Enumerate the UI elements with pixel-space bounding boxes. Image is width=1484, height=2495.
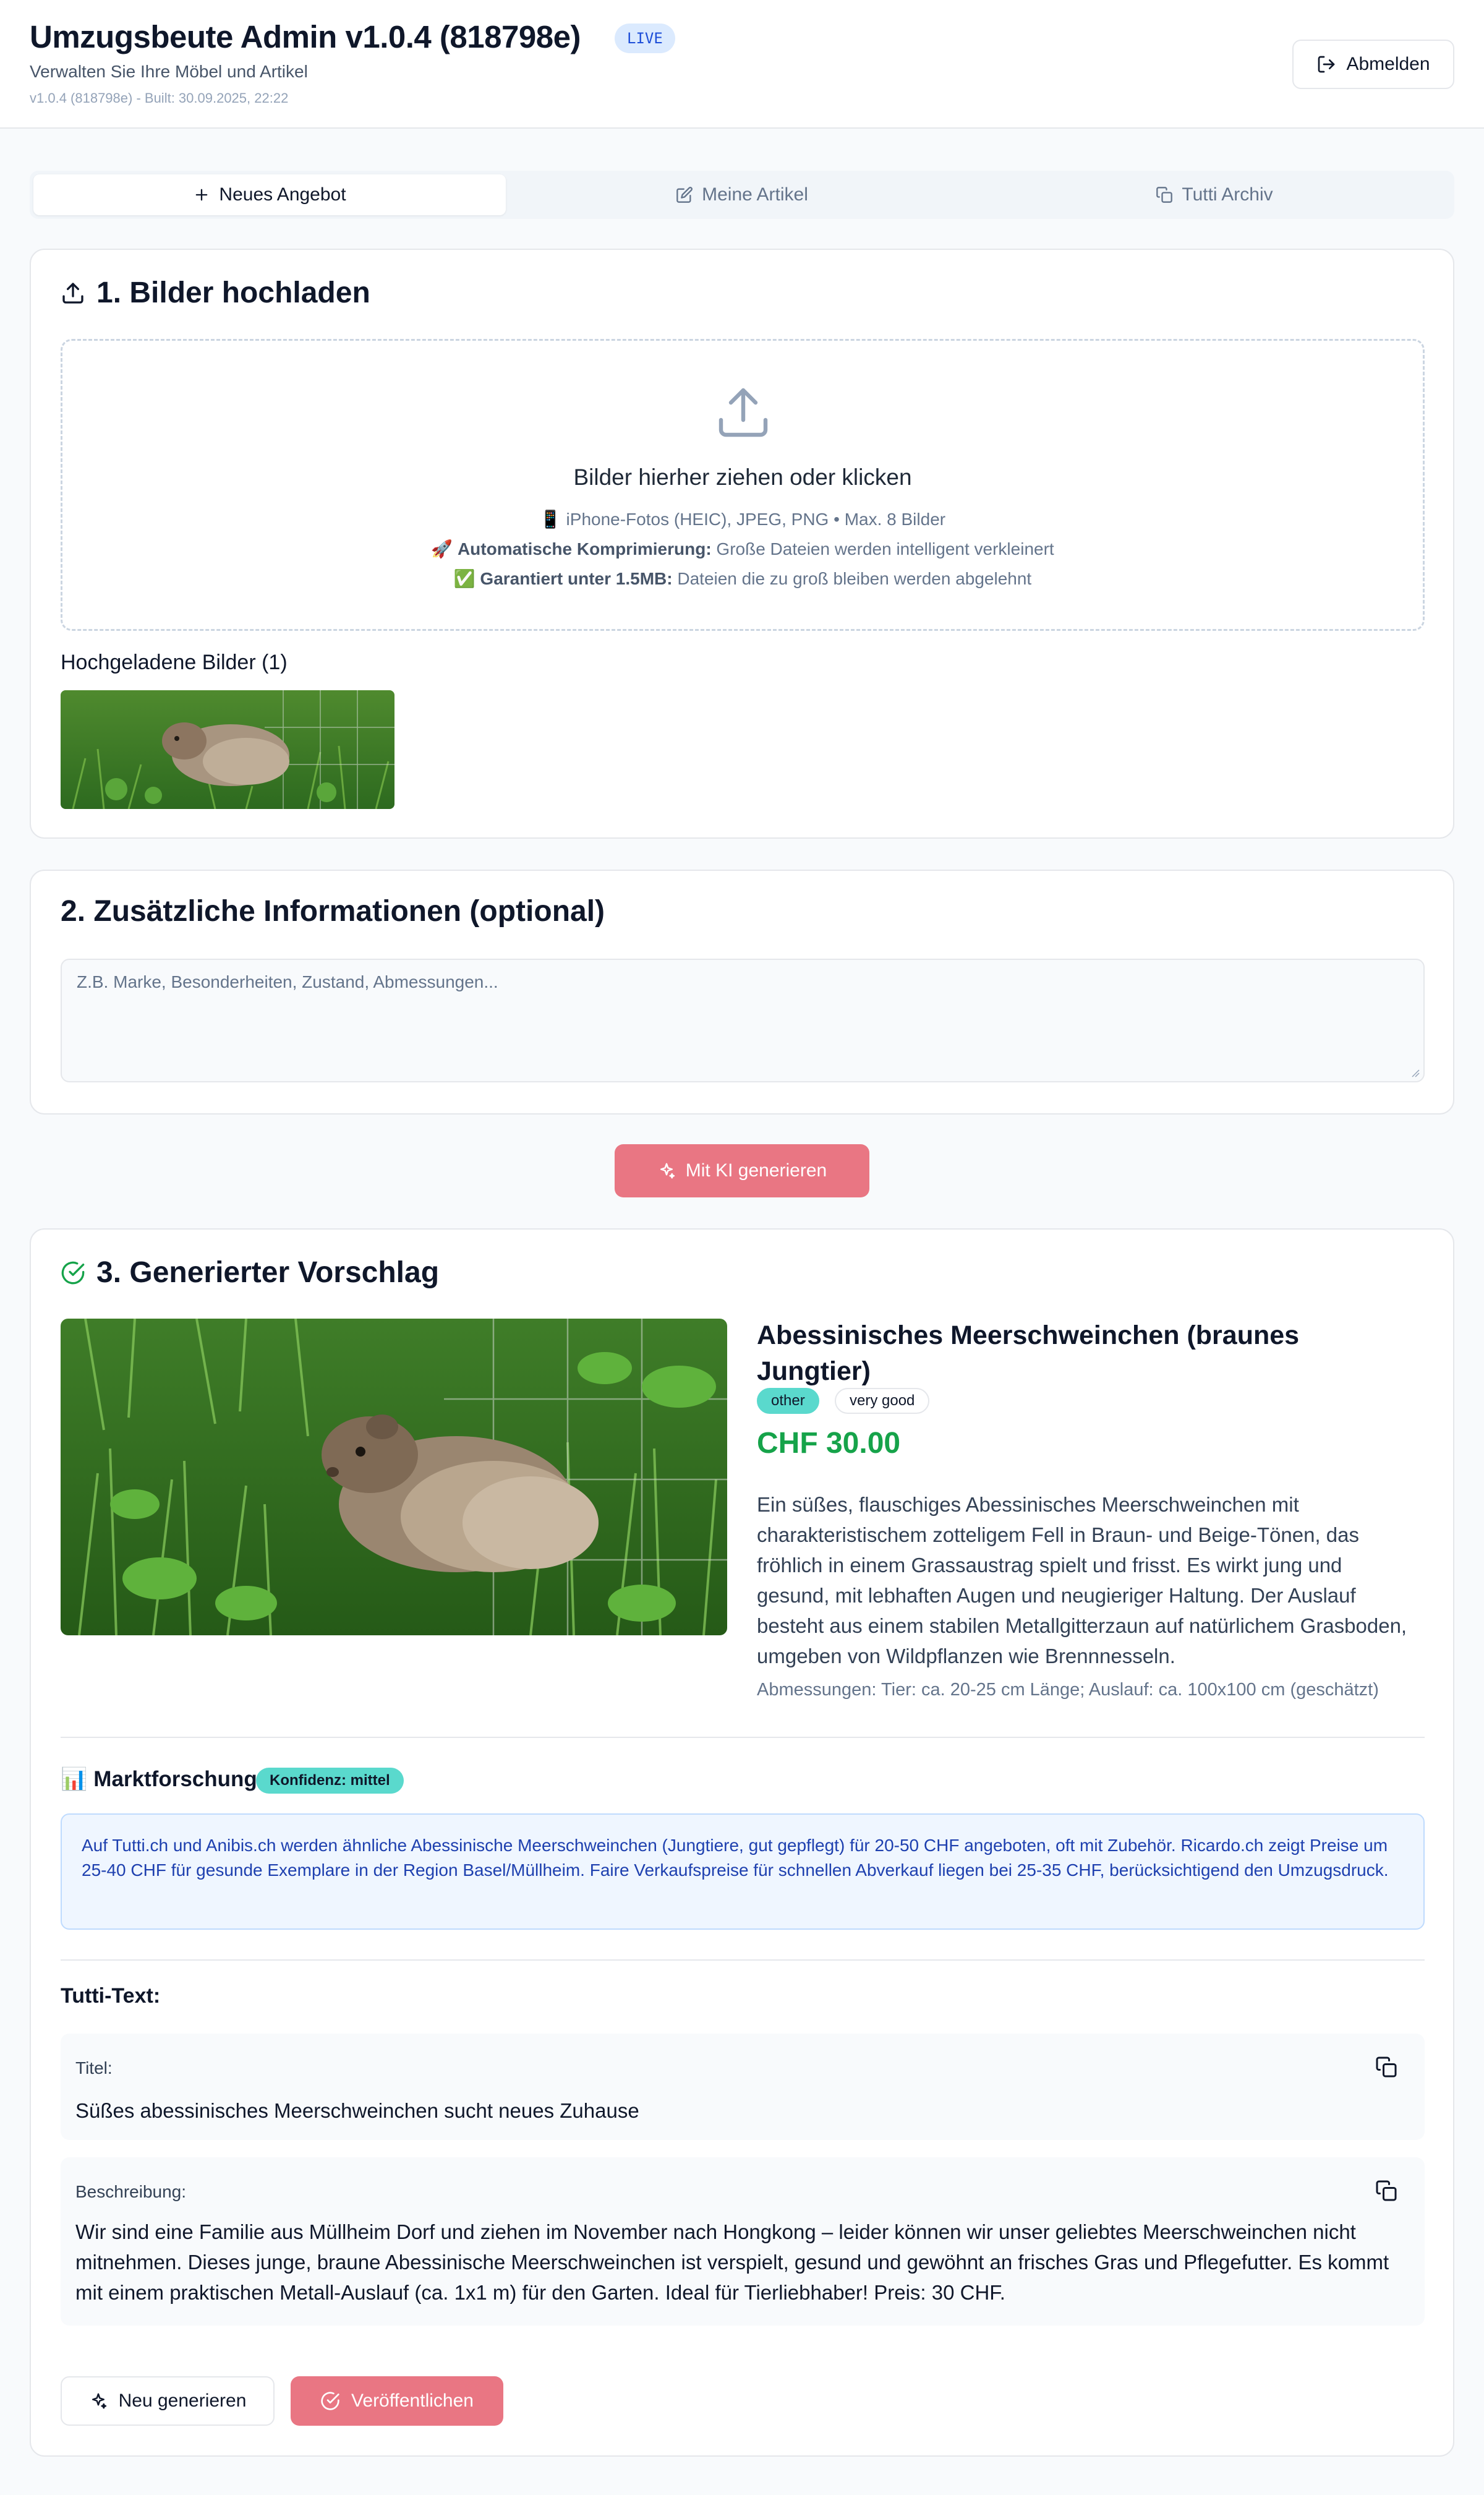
- uploaded-image-thumbnail[interactable]: [61, 690, 394, 809]
- product-title: Abessinisches Meerschweinchen (braunes J…: [757, 1320, 1300, 1386]
- info-textarea[interactable]: Z.B. Marke, Besonderheiten, Zustand, Abm…: [61, 959, 1425, 1082]
- logout-icon: [1316, 54, 1336, 74]
- divider: [61, 1959, 1425, 1961]
- regenerate-label: Neu generieren: [118, 2390, 247, 2411]
- tab-label: Meine Artikel: [702, 184, 808, 205]
- generate-label: Mit KI generieren: [685, 1160, 827, 1181]
- app-version: v1.0.4 (818798e) - Built: 30.09.2025, 22…: [30, 90, 289, 106]
- sparkles-icon: [657, 1162, 676, 1180]
- dropzone-title: Bilder hierher ziehen oder klicken: [573, 464, 912, 490]
- tutti-description-field: Beschreibung: Wir sind eine Familie aus …: [61, 2157, 1425, 2326]
- category-badge: other: [757, 1388, 819, 1414]
- upload-title: 1. Bilder hochladen: [61, 276, 370, 310]
- tutti-description-label: Beschreibung:: [75, 2182, 187, 2201]
- resize-grip-icon[interactable]: [1410, 1068, 1420, 1077]
- textarea-placeholder: Z.B. Marke, Besonderheiten, Zustand, Abm…: [77, 972, 498, 991]
- logout-button[interactable]: Abmelden: [1292, 40, 1454, 89]
- dropzone-compression: 🚀 Automatische Komprimierung: Große Date…: [431, 539, 1054, 558]
- tab-meine-artikel[interactable]: Meine Artikel: [506, 174, 978, 215]
- upload-icon: [61, 281, 85, 306]
- market-research-box: Auf Tutti.ch und Anibis.ch werden ähnlic…: [61, 1813, 1425, 1930]
- result-title: 3. Generierter Vorschlag: [61, 1256, 439, 1290]
- upload-icon: [714, 383, 773, 442]
- product-price: CHF 30.00: [757, 1427, 901, 1460]
- info-card: 2. Zusätzliche Informationen (optional) …: [30, 870, 1454, 1115]
- tab-tutti-archiv[interactable]: Tutti Archiv: [978, 174, 1451, 215]
- app-header: Umzugsbeute Admin v1.0.4 (818798e) LIVE …: [0, 0, 1484, 129]
- tutti-description-value: Wir sind eine Familie aus Müllheim Dorf …: [75, 2220, 1389, 2304]
- copy-icon[interactable]: [1375, 2180, 1397, 2202]
- tutti-title-label: Titel:: [75, 2058, 113, 2078]
- product-description: Ein süßes, flauschiges Abessinisches Mee…: [757, 1493, 1407, 1667]
- check-circle-icon: [61, 1260, 85, 1285]
- check-circle-icon: [320, 2391, 340, 2411]
- result-card: 3. Generierter Vorschlag Abessinisches M…: [30, 1228, 1454, 2457]
- market-research-title: 📊 Marktforschung: [61, 1767, 257, 1791]
- dropzone[interactable]: Bilder hierher ziehen oder klicken 📱 iPh…: [61, 339, 1425, 631]
- confidence-badge: Konfidenz: mittel: [256, 1768, 404, 1794]
- app-title: Umzugsbeute Admin v1.0.4 (818798e): [30, 19, 581, 54]
- upload-card: 1. Bilder hochladen Bilder hierher ziehe…: [30, 249, 1454, 839]
- sparkles-icon: [89, 2392, 108, 2410]
- publish-button[interactable]: Veröffentlichen: [291, 2376, 503, 2426]
- info-title: 2. Zusätzliche Informationen (optional): [61, 895, 605, 928]
- app-subtitle: Verwalten Sie Ihre Möbel und Artikel: [30, 62, 308, 81]
- product-image[interactable]: [61, 1319, 727, 1635]
- logout-label: Abmelden: [1346, 54, 1430, 74]
- product-dimensions: Abmessungen: Tier: ca. 20-25 cm Länge; A…: [757, 1680, 1379, 1700]
- dropzone-formats: 📱 iPhone-Fotos (HEIC), JPEG, PNG • Max. …: [539, 510, 946, 529]
- regenerate-button[interactable]: Neu generieren: [61, 2376, 275, 2426]
- plus-icon: [193, 186, 210, 203]
- edit-icon: [676, 186, 693, 203]
- tutti-title-value: Süßes abessinisches Meerschweinchen such…: [75, 2099, 639, 2122]
- uploaded-images-label: Hochgeladene Bilder (1): [61, 651, 288, 674]
- tutti-title-field: Titel: Süßes abessinisches Meerschweinch…: [61, 2034, 1425, 2140]
- publish-label: Veröffentlichen: [351, 2390, 474, 2411]
- condition-badge: very good: [835, 1388, 930, 1414]
- dropzone-size-limit: ✅ Garantiert unter 1.5MB: Dateien die zu…: [453, 569, 1032, 588]
- tab-bar: Neues Angebot Meine Artikel Tutti Archiv: [30, 171, 1454, 219]
- tab-label: Tutti Archiv: [1182, 184, 1273, 205]
- live-badge: LIVE: [615, 24, 675, 53]
- tab-label: Neues Angebot: [219, 184, 346, 205]
- divider: [61, 1737, 1425, 1738]
- copy-icon[interactable]: [1375, 2056, 1397, 2078]
- generate-ai-button[interactable]: Mit KI generieren: [615, 1144, 869, 1197]
- tab-neues-angebot[interactable]: Neues Angebot: [33, 174, 506, 215]
- tutti-text-label: Tutti-Text:: [61, 1984, 161, 2008]
- copy-icon: [1156, 186, 1173, 203]
